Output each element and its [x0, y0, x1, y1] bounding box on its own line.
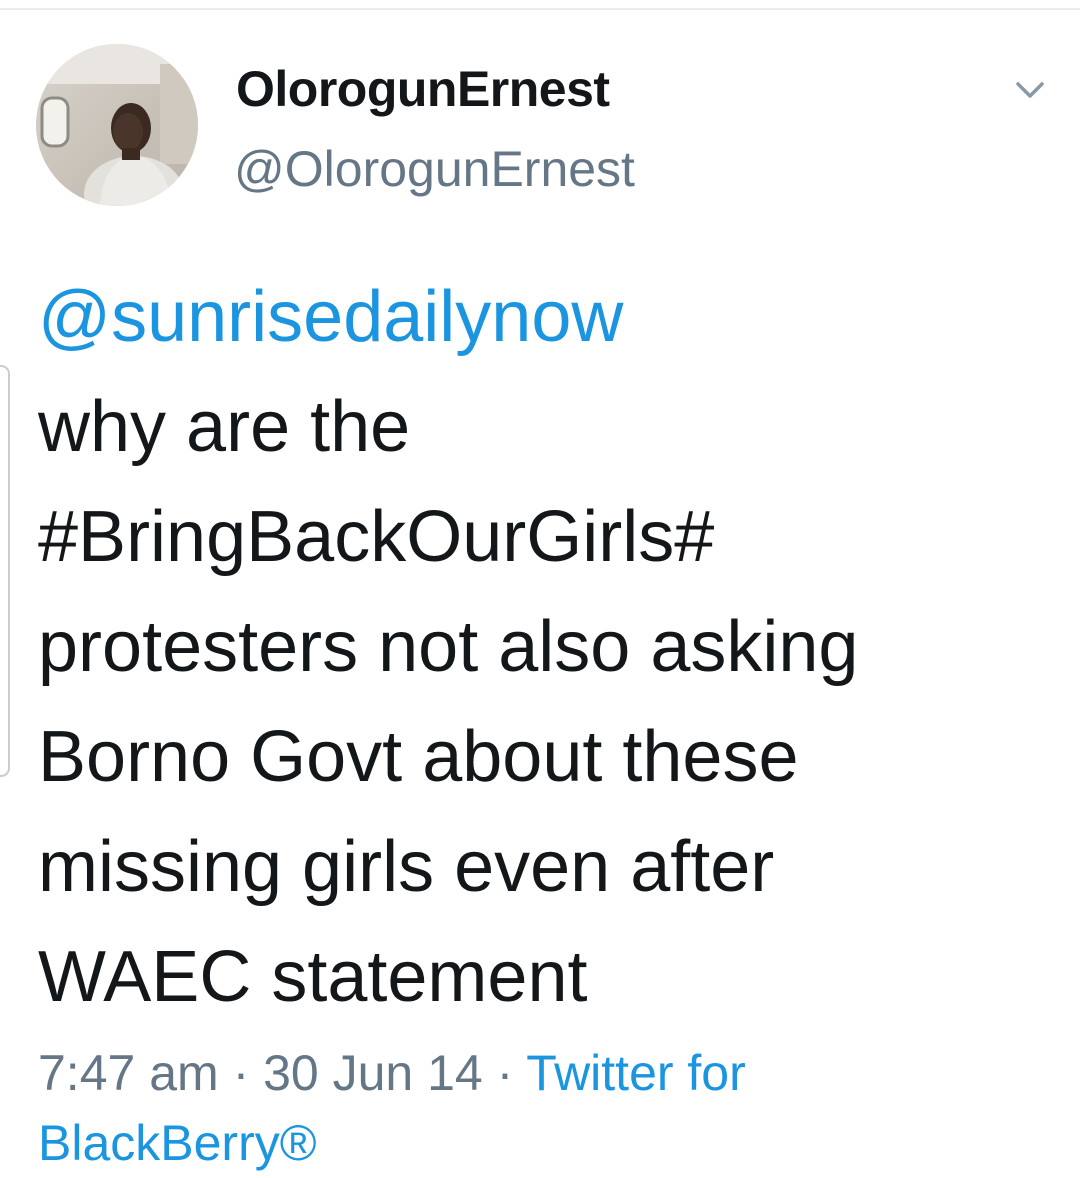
tweet-time[interactable]: 7:47 am: [38, 1045, 219, 1101]
tweet-text-line: why are the: [38, 387, 411, 467]
meta-separator: ·: [218, 1045, 264, 1101]
profile-photo: [36, 44, 198, 206]
tweet-text-line: #BringBackOurGirls#: [38, 497, 715, 577]
tweet-text-line: missing girls even after: [38, 827, 775, 907]
tweet-source-link-continued[interactable]: BlackBerry®: [38, 1115, 317, 1171]
tweet-date[interactable]: 30 Jun 14: [263, 1045, 483, 1101]
tweet: OlorogunErnest @OlorogunErnest @sunrised…: [0, 0, 1080, 1176]
tweet-text-line: protesters not also asking: [38, 607, 859, 687]
tweet-metadata: 7:47 am · 30 Jun 14 · Twitter for BlackB…: [38, 1038, 1058, 1178]
mention-link[interactable]: @sunrisedailynow: [38, 262, 1058, 372]
tweet-text-line: WAEC statement: [38, 937, 588, 1017]
chevron-down-icon[interactable]: [1010, 72, 1050, 108]
meta-separator: ·: [482, 1045, 527, 1101]
tweet-source-link[interactable]: Twitter for: [526, 1045, 745, 1101]
display-name[interactable]: OlorogunErnest: [236, 60, 610, 118]
tweet-text: @sunrisedailynow why are the #BringBackO…: [38, 262, 1058, 1032]
avatar[interactable]: [36, 44, 198, 206]
screen-name[interactable]: @OlorogunErnest: [234, 140, 635, 198]
tweet-text-line: Borno Govt about these: [38, 717, 799, 797]
